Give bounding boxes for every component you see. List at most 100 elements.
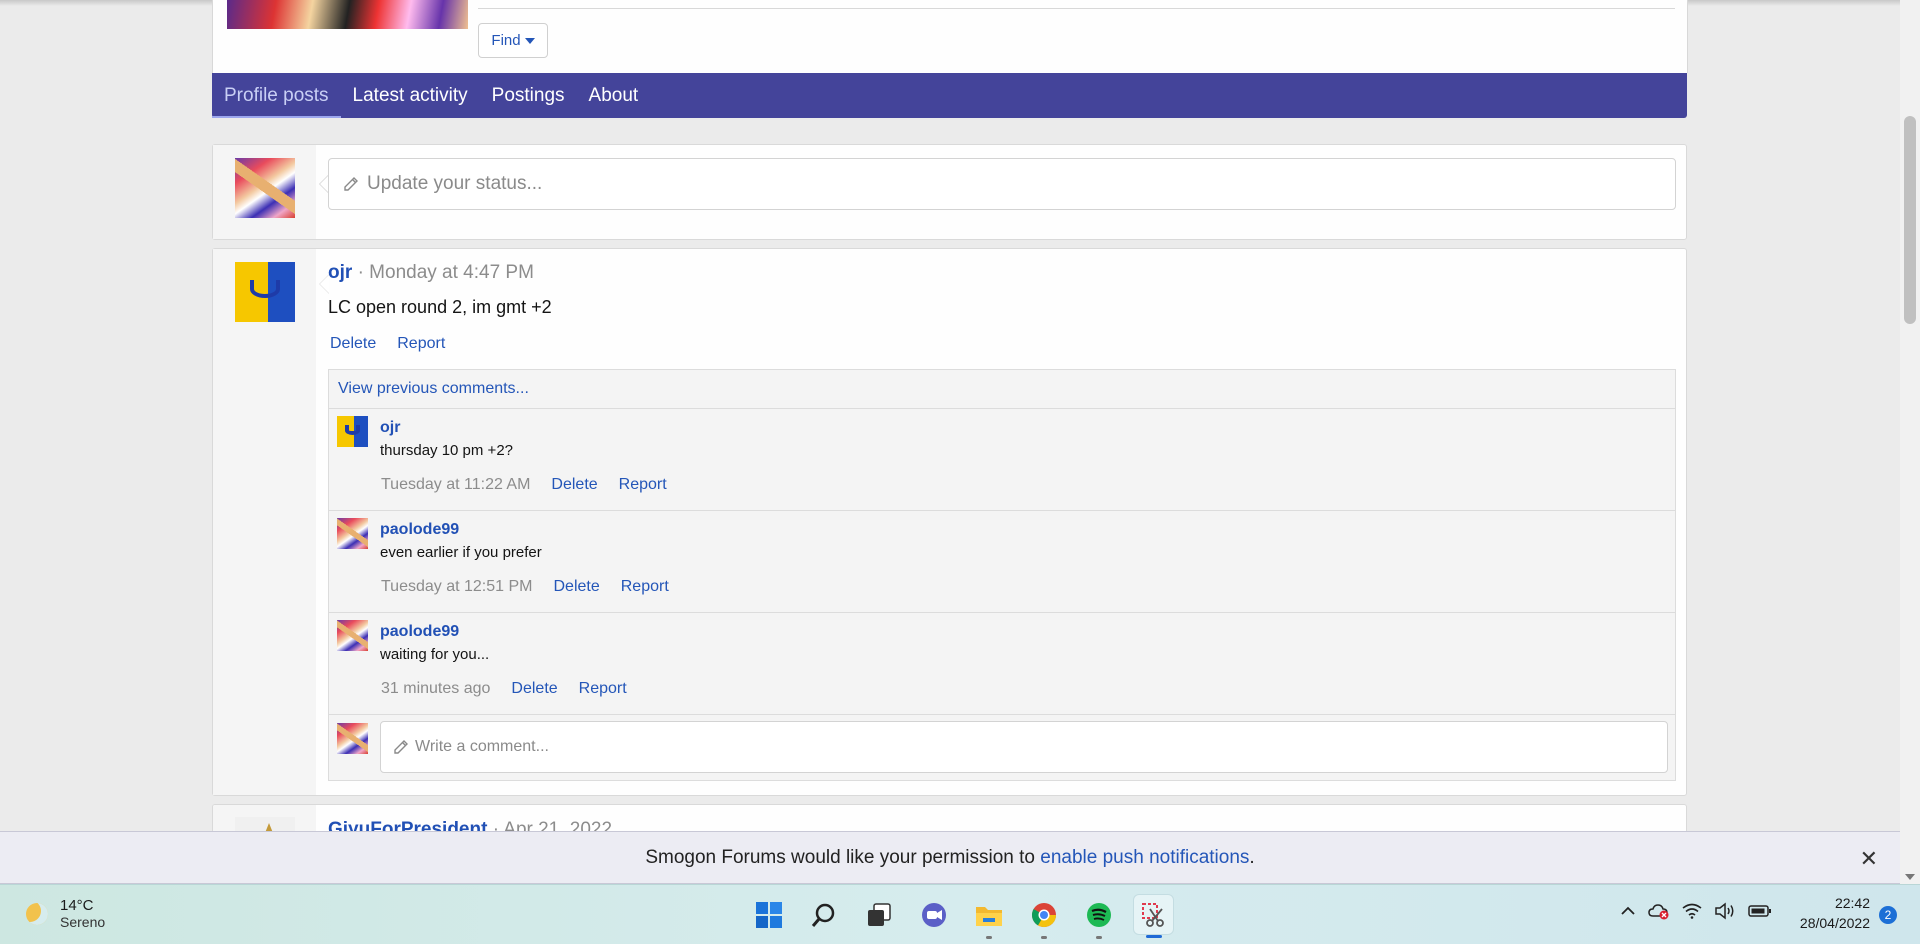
profile-banner-image bbox=[227, 0, 468, 29]
folder-icon bbox=[975, 906, 1002, 926]
comment-time[interactable]: Tuesday at 11:22 AM bbox=[381, 476, 530, 494]
weather-temperature: 14°C bbox=[60, 897, 94, 914]
enable-push-notifications-link[interactable]: enable push notifications bbox=[1040, 847, 1249, 869]
spotify-button[interactable] bbox=[1078, 894, 1119, 939]
meta-separator: · bbox=[357, 262, 364, 283]
chrome-button[interactable] bbox=[1023, 894, 1064, 939]
tab-postings[interactable]: Postings bbox=[480, 73, 577, 118]
post-actions: Delete Report bbox=[330, 335, 445, 353]
pencil-icon bbox=[394, 740, 408, 754]
avatar[interactable] bbox=[337, 620, 368, 651]
report-link[interactable]: Report bbox=[621, 578, 669, 596]
find-button[interactable]: Find bbox=[478, 23, 548, 58]
list-item: paolode99 waiting for you... 31 minutes … bbox=[329, 613, 1675, 715]
running-indicator bbox=[1095, 936, 1102, 939]
tab-about[interactable]: About bbox=[577, 73, 651, 118]
profile-post-card: ojr · Monday at 4:47 PM LC open round 2,… bbox=[212, 248, 1687, 796]
list-item: ojr thursday 10 pm +2? Tuesday at 11:22 … bbox=[329, 409, 1675, 511]
avatar[interactable] bbox=[337, 518, 368, 549]
task-view-icon bbox=[867, 902, 891, 926]
comment-footer: Tuesday at 12:51 PM Delete Report bbox=[381, 578, 669, 596]
comment-time[interactable]: Tuesday at 12:51 PM bbox=[381, 578, 533, 596]
delete-link[interactable]: Delete bbox=[554, 578, 600, 596]
notification-count-badge[interactable]: 2 bbox=[1879, 906, 1897, 924]
caret-down-icon bbox=[524, 37, 535, 44]
weather-description: Sereno bbox=[60, 914, 106, 930]
report-link[interactable]: Report bbox=[579, 680, 627, 698]
avatar[interactable] bbox=[337, 723, 368, 754]
file-explorer-button[interactable] bbox=[968, 894, 1009, 939]
page-scrollbar[interactable] bbox=[1900, 0, 1920, 884]
comment-placeholder: Write a comment... bbox=[415, 738, 549, 755]
notification-text: Smogon Forums would like your permission… bbox=[645, 846, 1041, 868]
delete-link[interactable]: Delete bbox=[551, 476, 597, 494]
battery-icon[interactable] bbox=[1748, 904, 1772, 918]
active-indicator bbox=[1145, 935, 1162, 938]
status-input[interactable]: Update your status... bbox=[328, 158, 1676, 210]
delete-link[interactable]: Delete bbox=[511, 680, 557, 698]
write-comment-row: Write a comment... bbox=[329, 715, 1675, 780]
windows-logo-icon bbox=[755, 901, 782, 928]
moon-icon bbox=[26, 902, 48, 925]
avatar-gutter bbox=[213, 249, 316, 795]
report-link[interactable]: Report bbox=[397, 335, 445, 353]
comment-footer: Tuesday at 11:22 AM Delete Report bbox=[381, 476, 667, 494]
chrome-icon bbox=[1031, 902, 1056, 927]
system-tray bbox=[1620, 902, 1772, 920]
wifi-icon[interactable] bbox=[1682, 903, 1702, 919]
avatar[interactable] bbox=[337, 416, 368, 447]
windows-taskbar: 14°C Sereno 22:42 28/04/2022 2 bbox=[0, 884, 1920, 944]
post-meta: ojr · Monday at 4:47 PM bbox=[328, 262, 534, 284]
header-divider bbox=[478, 8, 1675, 9]
notification-text-end: . bbox=[1249, 846, 1255, 868]
task-view-button[interactable] bbox=[858, 894, 899, 935]
comment-username[interactable]: paolode99 bbox=[380, 521, 459, 539]
scroll-down-arrow-icon[interactable] bbox=[1905, 874, 1915, 880]
avatar[interactable] bbox=[235, 158, 295, 218]
post-username[interactable]: ojr bbox=[328, 262, 352, 283]
chat-icon bbox=[921, 902, 946, 927]
snipping-tool-button[interactable] bbox=[1133, 894, 1174, 938]
comment-footer: 31 minutes ago Delete Report bbox=[381, 680, 627, 698]
snipping-tool-icon bbox=[1141, 902, 1164, 927]
profile-tabs: Profile posts Latest activity Postings A… bbox=[212, 73, 1687, 118]
tab-latest-activity[interactable]: Latest activity bbox=[341, 73, 480, 118]
tab-profile-posts[interactable]: Profile posts bbox=[212, 73, 341, 118]
avatar[interactable] bbox=[235, 262, 295, 322]
report-link[interactable]: Report bbox=[619, 476, 667, 494]
comment-list: View previous comments... ojr thursday 1… bbox=[328, 369, 1676, 781]
running-indicator bbox=[1040, 936, 1047, 939]
find-button-label: Find bbox=[491, 32, 521, 49]
start-button[interactable] bbox=[748, 894, 789, 935]
chevron-up-icon[interactable] bbox=[1620, 903, 1636, 919]
post-time[interactable]: Monday at 4:47 PM bbox=[369, 262, 534, 283]
view-previous-comments-link[interactable]: View previous comments... bbox=[329, 370, 1675, 409]
comment-text: thursday 10 pm +2? bbox=[380, 442, 514, 459]
push-notification-banner: Smogon Forums would like your permission… bbox=[0, 831, 1900, 884]
pencil-icon bbox=[344, 177, 358, 191]
profile-header: Find bbox=[212, 0, 1688, 73]
search-button[interactable] bbox=[803, 894, 844, 935]
comment-time[interactable]: 31 minutes ago bbox=[381, 680, 490, 698]
search-icon bbox=[811, 903, 834, 927]
comment-text: waiting for you... bbox=[380, 646, 490, 663]
comment-username[interactable]: paolode99 bbox=[380, 623, 459, 641]
onedrive-error-icon[interactable] bbox=[1648, 902, 1670, 920]
clock-date: 28/04/2022 bbox=[1799, 915, 1870, 931]
status-placeholder: Update your status... bbox=[367, 173, 543, 194]
weather-widget[interactable]: 14°C Sereno bbox=[26, 897, 105, 930]
comment-input[interactable]: Write a comment... bbox=[380, 721, 1668, 773]
comment-text: even earlier if you prefer bbox=[380, 544, 542, 561]
teams-chat-button[interactable] bbox=[913, 894, 954, 935]
status-update-card: Update your status... bbox=[212, 144, 1687, 240]
scrollbar-thumb[interactable] bbox=[1904, 116, 1916, 324]
comment-username[interactable]: ojr bbox=[380, 419, 400, 437]
running-indicator bbox=[985, 936, 992, 939]
volume-icon[interactable] bbox=[1714, 902, 1736, 920]
clock-time: 22:42 bbox=[1834, 895, 1870, 911]
post-body: LC open round 2, im gmt +2 bbox=[328, 297, 552, 317]
taskbar-clock[interactable]: 22:42 28/04/2022 bbox=[1788, 893, 1870, 933]
delete-link[interactable]: Delete bbox=[330, 335, 376, 353]
close-icon[interactable]: ✕ bbox=[1860, 846, 1878, 872]
taskbar-apps bbox=[748, 894, 1174, 939]
